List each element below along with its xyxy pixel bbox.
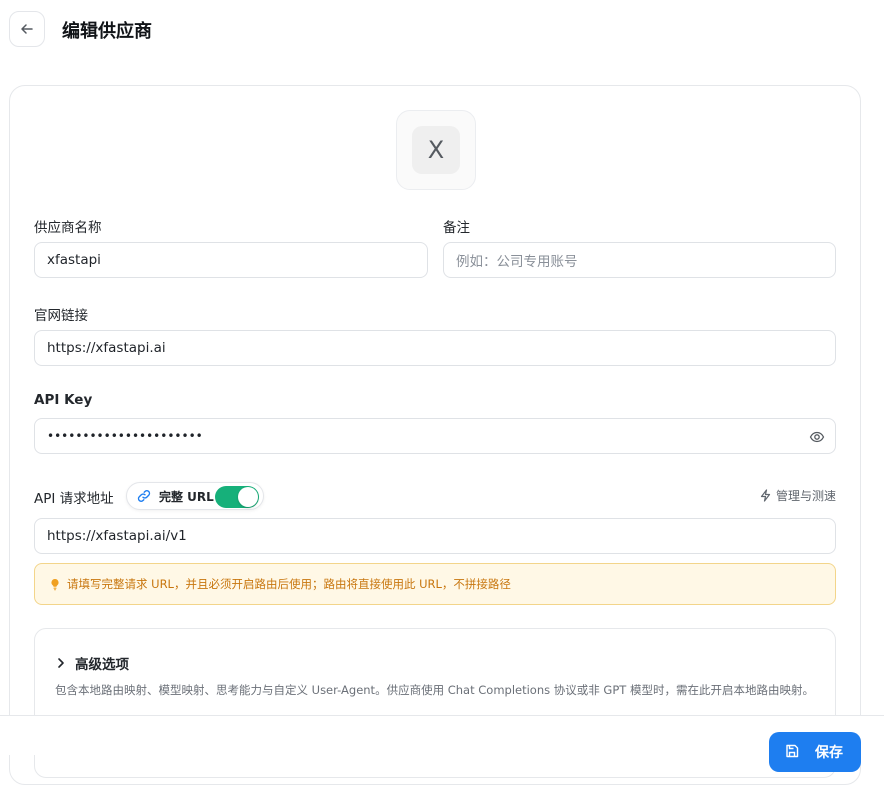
- arrow-left-icon: [21, 24, 33, 34]
- name-field[interactable]: xfastapi: [34, 242, 428, 278]
- url-hint-text: 请填写完整请求 URL，并且必须开启路由后使用；路由将直接使用此 URL，不拼接…: [67, 577, 511, 591]
- full-url-toggle-label: 完整 URL: [159, 489, 214, 504]
- full-url-switch[interactable]: [215, 486, 259, 508]
- save-icon: [786, 744, 799, 758]
- api-key-label: API Key: [34, 392, 93, 408]
- lightbulb-icon: [51, 578, 59, 590]
- note-label: 备注: [443, 220, 470, 236]
- website-label: 官网链接: [34, 308, 88, 324]
- manage-speedtest-label: 管理与测速: [775, 489, 836, 503]
- link-icon: [137, 490, 151, 502]
- advanced-options-panel: 高级选项 包含本地路由映射、模型映射、思考能力与自定义 User-Agent。供…: [34, 628, 836, 778]
- website-value: https://xfastapi.ai: [47, 340, 166, 356]
- advanced-options-description: 包含本地路由映射、模型映射、思考能力与自定义 User-Agent。供应商使用 …: [55, 683, 814, 697]
- provider-logo[interactable]: X: [396, 110, 476, 190]
- api-url-label: API 请求地址: [34, 491, 114, 507]
- manage-speedtest-button[interactable]: 管理与测速: [759, 487, 836, 504]
- save-button-label: 保存: [815, 745, 843, 761]
- api-url-field[interactable]: https://xfastapi.ai/v1: [34, 518, 836, 554]
- website-field[interactable]: https://xfastapi.ai: [34, 330, 836, 366]
- note-field[interactable]: 例如：公司专用账号: [443, 242, 836, 278]
- back-button[interactable]: [9, 11, 45, 47]
- api-key-value: ••••••••••••••••••••••: [47, 429, 203, 443]
- api-key-field[interactable]: ••••••••••••••••••••••: [34, 418, 836, 454]
- lightning-icon: [760, 489, 771, 502]
- full-url-toggle[interactable]: 完整 URL: [126, 482, 264, 510]
- page-title: 编辑供应商: [62, 21, 152, 42]
- api-url-value: https://xfastapi.ai/v1: [47, 528, 187, 544]
- advanced-options-toggle[interactable]: 高级选项: [55, 653, 129, 673]
- name-label: 供应商名称: [34, 220, 102, 236]
- save-button[interactable]: 保存: [769, 732, 861, 772]
- provider-form-card: X 供应商名称 xfastapi 备注 例如：公司专用账号 官网链接 https…: [9, 85, 861, 785]
- chevron-right-icon: [58, 658, 64, 668]
- eye-icon[interactable]: [809, 429, 825, 445]
- advanced-options-title: 高级选项: [75, 657, 129, 673]
- name-value: xfastapi: [47, 252, 101, 268]
- note-placeholder: 例如：公司专用账号: [456, 254, 578, 270]
- switch-knob: [238, 487, 258, 507]
- footer-bar: 保存: [0, 715, 884, 772]
- provider-logo-letter: X: [412, 126, 460, 174]
- url-hint-banner: 请填写完整请求 URL，并且必须开启路由后使用；路由将直接使用此 URL，不拼接…: [34, 563, 836, 605]
- top-bar: 编辑供应商: [0, 0, 884, 58]
